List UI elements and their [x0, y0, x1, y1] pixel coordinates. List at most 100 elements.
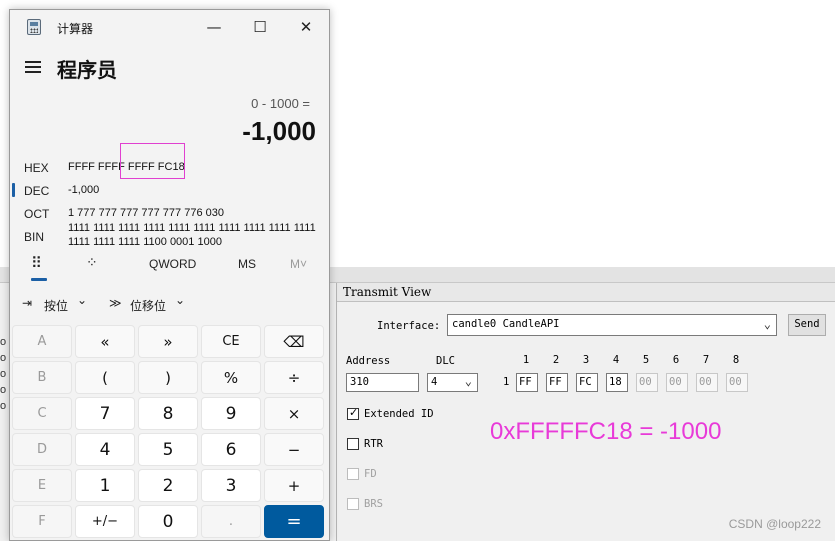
watermark: CSDN @loop222	[728, 517, 821, 531]
key-clear-entry[interactable]: CE	[201, 325, 261, 358]
keypad-tabs: ⠿ ⁘ QWORD MS M˅	[10, 250, 329, 284]
title-bar: 计算器 — ☐ ✕	[10, 10, 329, 44]
radix-value: -1,000	[68, 184, 100, 196]
key-5[interactable]: 5	[138, 433, 198, 466]
bitwise-gate-icon: ⇥	[22, 296, 33, 310]
key-7[interactable]: 7	[75, 397, 135, 430]
key-6[interactable]: 6	[201, 433, 261, 466]
bit-shift-dropdown[interactable]: 位移位	[130, 297, 166, 314]
byte-number: 3	[582, 354, 590, 366]
key-1[interactable]: 1	[75, 469, 135, 502]
expression-display: 0 - 1000 =	[251, 96, 310, 111]
key-3[interactable]: 3	[201, 469, 261, 502]
window-title: 计算器	[57, 22, 94, 36]
byte-number: 7	[702, 354, 710, 366]
backspace-icon[interactable]: ⌫	[264, 325, 324, 358]
byte-input-2[interactable]: FF	[546, 373, 568, 392]
radix-label: OCT	[24, 207, 50, 221]
dlc-select-value: 4	[431, 376, 438, 388]
radix-dec-row[interactable]: DEC -1,000	[10, 180, 329, 202]
byte-number: 4	[612, 354, 620, 366]
chevron-down-icon: ⌄	[175, 293, 186, 307]
key-close-paren[interactable]: )	[138, 361, 198, 394]
key-add[interactable]: +	[264, 469, 324, 502]
address-input[interactable]: 310	[346, 373, 419, 392]
interface-select-value: candle0 CandleAPI	[452, 318, 560, 330]
extended-id-label: Extended ID	[364, 408, 434, 420]
byte-input-8: 00	[726, 373, 748, 392]
word-size-button[interactable]: QWORD	[149, 257, 196, 271]
memory-store-button[interactable]: MS	[238, 257, 256, 271]
memory-recall-button: M˅	[290, 257, 308, 271]
byte-input-4[interactable]: 18	[606, 373, 628, 392]
key-0[interactable]: 0	[138, 505, 198, 538]
extended-id-checkbox[interactable]	[347, 406, 359, 420]
rtr-checkbox[interactable]	[347, 438, 359, 450]
byte-number: 1	[522, 354, 530, 366]
brs-label: BRS	[364, 498, 383, 510]
key-hex-d: D	[12, 433, 72, 466]
chevron-down-icon: ⌄	[464, 374, 472, 388]
bitwise-dropdown[interactable]: 按位	[44, 297, 68, 314]
key-hex-b: B	[12, 361, 72, 394]
menu-icon[interactable]	[25, 61, 41, 73]
annotation-text: 0xFFFFFC18 = -1000	[490, 418, 722, 445]
interface-select[interactable]: candle0 CandleAPI ⌄	[447, 314, 777, 336]
radix-value: 1 777 777 777 777 777 776 030	[68, 207, 224, 219]
bitwise-toolbar: ⇥ 按位 ⌄ ≫ 位移位 ⌄	[10, 293, 329, 316]
byte-input-7: 00	[696, 373, 718, 392]
full-keypad-icon[interactable]: ⠿	[31, 254, 42, 272]
byte-input-5: 00	[636, 373, 658, 392]
byte-input-6: 00	[666, 373, 688, 392]
byte-input-3[interactable]: FC	[576, 373, 598, 392]
key-hex-e: E	[12, 469, 72, 502]
key-multiply[interactable]: ×	[264, 397, 324, 430]
rtr-label: RTR	[364, 438, 383, 450]
calculator-icon	[27, 19, 41, 35]
key-decimal: .	[201, 505, 261, 538]
calculator-window: 计算器 — ☐ ✕ 程序员 0 - 1000 = -1,000 HEX FFFF…	[9, 9, 330, 541]
key-subtract[interactable]: −	[264, 433, 324, 466]
key-negate[interactable]: +/−	[75, 505, 135, 538]
key-2[interactable]: 2	[138, 469, 198, 502]
key-8[interactable]: 8	[138, 397, 198, 430]
maximize-button[interactable]: ☐	[237, 10, 283, 44]
byte-number: 8	[732, 354, 740, 366]
fd-label: FD	[364, 468, 377, 480]
active-tab-indicator	[31, 278, 47, 281]
transmit-view-panel: Transmit View Interface: candle0 CandleA…	[336, 283, 835, 541]
close-button[interactable]: ✕	[283, 10, 329, 44]
key-hex-a: A	[12, 325, 72, 358]
address-label: Address	[346, 355, 391, 367]
byte-number: 6	[672, 354, 680, 366]
radix-bin-value: 1111 1111 1111 1111 1111 1111 1111 1111 …	[68, 222, 316, 245]
fd-checkbox	[347, 468, 359, 480]
key-equals[interactable]: =	[264, 505, 324, 538]
send-button[interactable]: Send	[788, 314, 826, 336]
key-open-paren[interactable]: (	[75, 361, 135, 394]
minimize-button[interactable]: —	[191, 10, 237, 44]
byte-number: 2	[552, 354, 560, 366]
radix-label: DEC	[24, 184, 50, 198]
key-rotate-right[interactable]: »	[138, 325, 198, 358]
interface-label: Interface:	[377, 320, 441, 332]
row-index: 1	[503, 376, 510, 388]
left-partial-text: o o o o o	[0, 336, 7, 412]
key-hex-c: C	[12, 397, 72, 430]
bit-toggle-keypad-icon[interactable]: ⁘	[86, 254, 98, 271]
chevron-down-icon: ⌄	[77, 293, 88, 307]
brs-checkbox	[347, 498, 359, 510]
highlight-annotation-box	[120, 143, 185, 179]
key-hex-f: F	[12, 505, 72, 538]
radix-label: HEX	[24, 161, 49, 175]
bit-shift-icon: ≫	[109, 296, 122, 310]
dlc-select[interactable]: 4 ⌄	[427, 373, 478, 392]
key-rotate-left[interactable]: «	[75, 325, 135, 358]
key-4[interactable]: 4	[75, 433, 135, 466]
key-percent[interactable]: %	[201, 361, 261, 394]
result-display: -1,000	[242, 116, 316, 146]
mode-title: 程序员	[57, 58, 117, 82]
byte-input-1[interactable]: FF	[516, 373, 538, 392]
key-9[interactable]: 9	[201, 397, 261, 430]
key-divide[interactable]: ÷	[264, 361, 324, 394]
